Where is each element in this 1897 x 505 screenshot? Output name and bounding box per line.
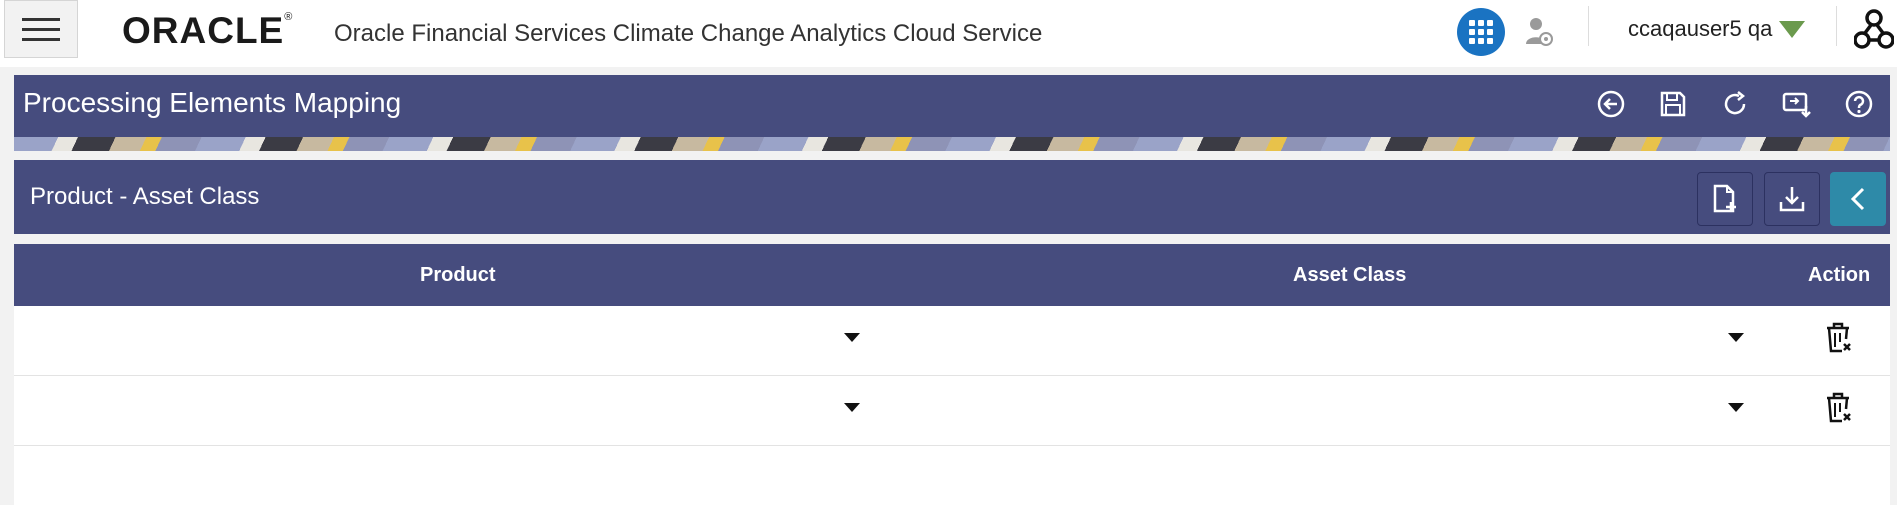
back-button[interactable] (1580, 83, 1642, 125)
logo-text: ORACLE (122, 10, 285, 51)
export-icon (1782, 92, 1811, 118)
divider (1588, 6, 1589, 46)
hamburger-menu-button[interactable] (4, 0, 78, 58)
app-title: Oracle Financial Services Climate Change… (334, 20, 1043, 47)
section-title: Product - Asset Class (30, 183, 260, 210)
chevron-down-icon[interactable] (844, 333, 860, 342)
new-document-icon (1713, 184, 1736, 213)
column-header-product: Product (420, 264, 496, 286)
page-title: Processing Elements Mapping (23, 87, 402, 118)
save-button[interactable] (1642, 83, 1704, 125)
download-button[interactable] (1764, 172, 1820, 226)
asset-class-select[interactable] (894, 306, 1758, 375)
user-name[interactable]: ccaqauser5 qa (1628, 16, 1772, 42)
add-record-button[interactable] (1697, 172, 1753, 226)
logo-registered-mark: ® (284, 10, 294, 23)
collapse-button[interactable] (1830, 172, 1886, 226)
hamburger-icon (22, 17, 60, 21)
export-button[interactable] (1766, 83, 1828, 125)
page-toolbar (1580, 83, 1890, 125)
download-icon (1779, 187, 1805, 212)
table-body (14, 306, 1890, 505)
table-header: Product Asset Class Action (14, 244, 1890, 306)
collapse-chevron-icon (1850, 187, 1865, 211)
table-row (14, 376, 1890, 446)
top-bar: ORACLE® Oracle Financial Services Climat… (0, 0, 1897, 67)
help-icon (1845, 90, 1873, 118)
delete-icon[interactable] (1824, 322, 1852, 354)
chevron-down-icon[interactable] (844, 403, 860, 412)
user-settings-icon[interactable] (1524, 16, 1554, 48)
table-row (14, 306, 1890, 376)
hamburger-icon-line (22, 27, 60, 31)
asset-class-select[interactable] (894, 376, 1758, 445)
save-icon (1660, 91, 1686, 117)
refresh-icon (1724, 91, 1746, 115)
product-select[interactable] (14, 306, 878, 375)
grid-icon (1469, 20, 1493, 44)
help-button[interactable] (1828, 83, 1890, 125)
hierarchy-icon[interactable] (1854, 8, 1894, 50)
column-header-action: Action (1808, 264, 1871, 286)
decorative-banner (14, 137, 1890, 151)
oracle-logo: ORACLE® (122, 10, 293, 52)
section-header: Product - Asset Class (14, 160, 1890, 234)
delete-icon[interactable] (1824, 392, 1852, 424)
user-dropdown-icon[interactable] (1779, 21, 1805, 38)
page-header: Processing Elements Mapping (14, 75, 1890, 137)
hamburger-icon-line (22, 37, 60, 41)
refresh-button[interactable] (1704, 83, 1766, 125)
divider (1836, 6, 1837, 46)
column-header-asset-class: Asset Class (1293, 264, 1407, 286)
back-icon (1597, 90, 1625, 118)
product-select[interactable] (14, 376, 878, 445)
chevron-down-icon[interactable] (1728, 403, 1744, 412)
apps-button[interactable] (1457, 8, 1505, 56)
chevron-down-icon[interactable] (1728, 333, 1744, 342)
